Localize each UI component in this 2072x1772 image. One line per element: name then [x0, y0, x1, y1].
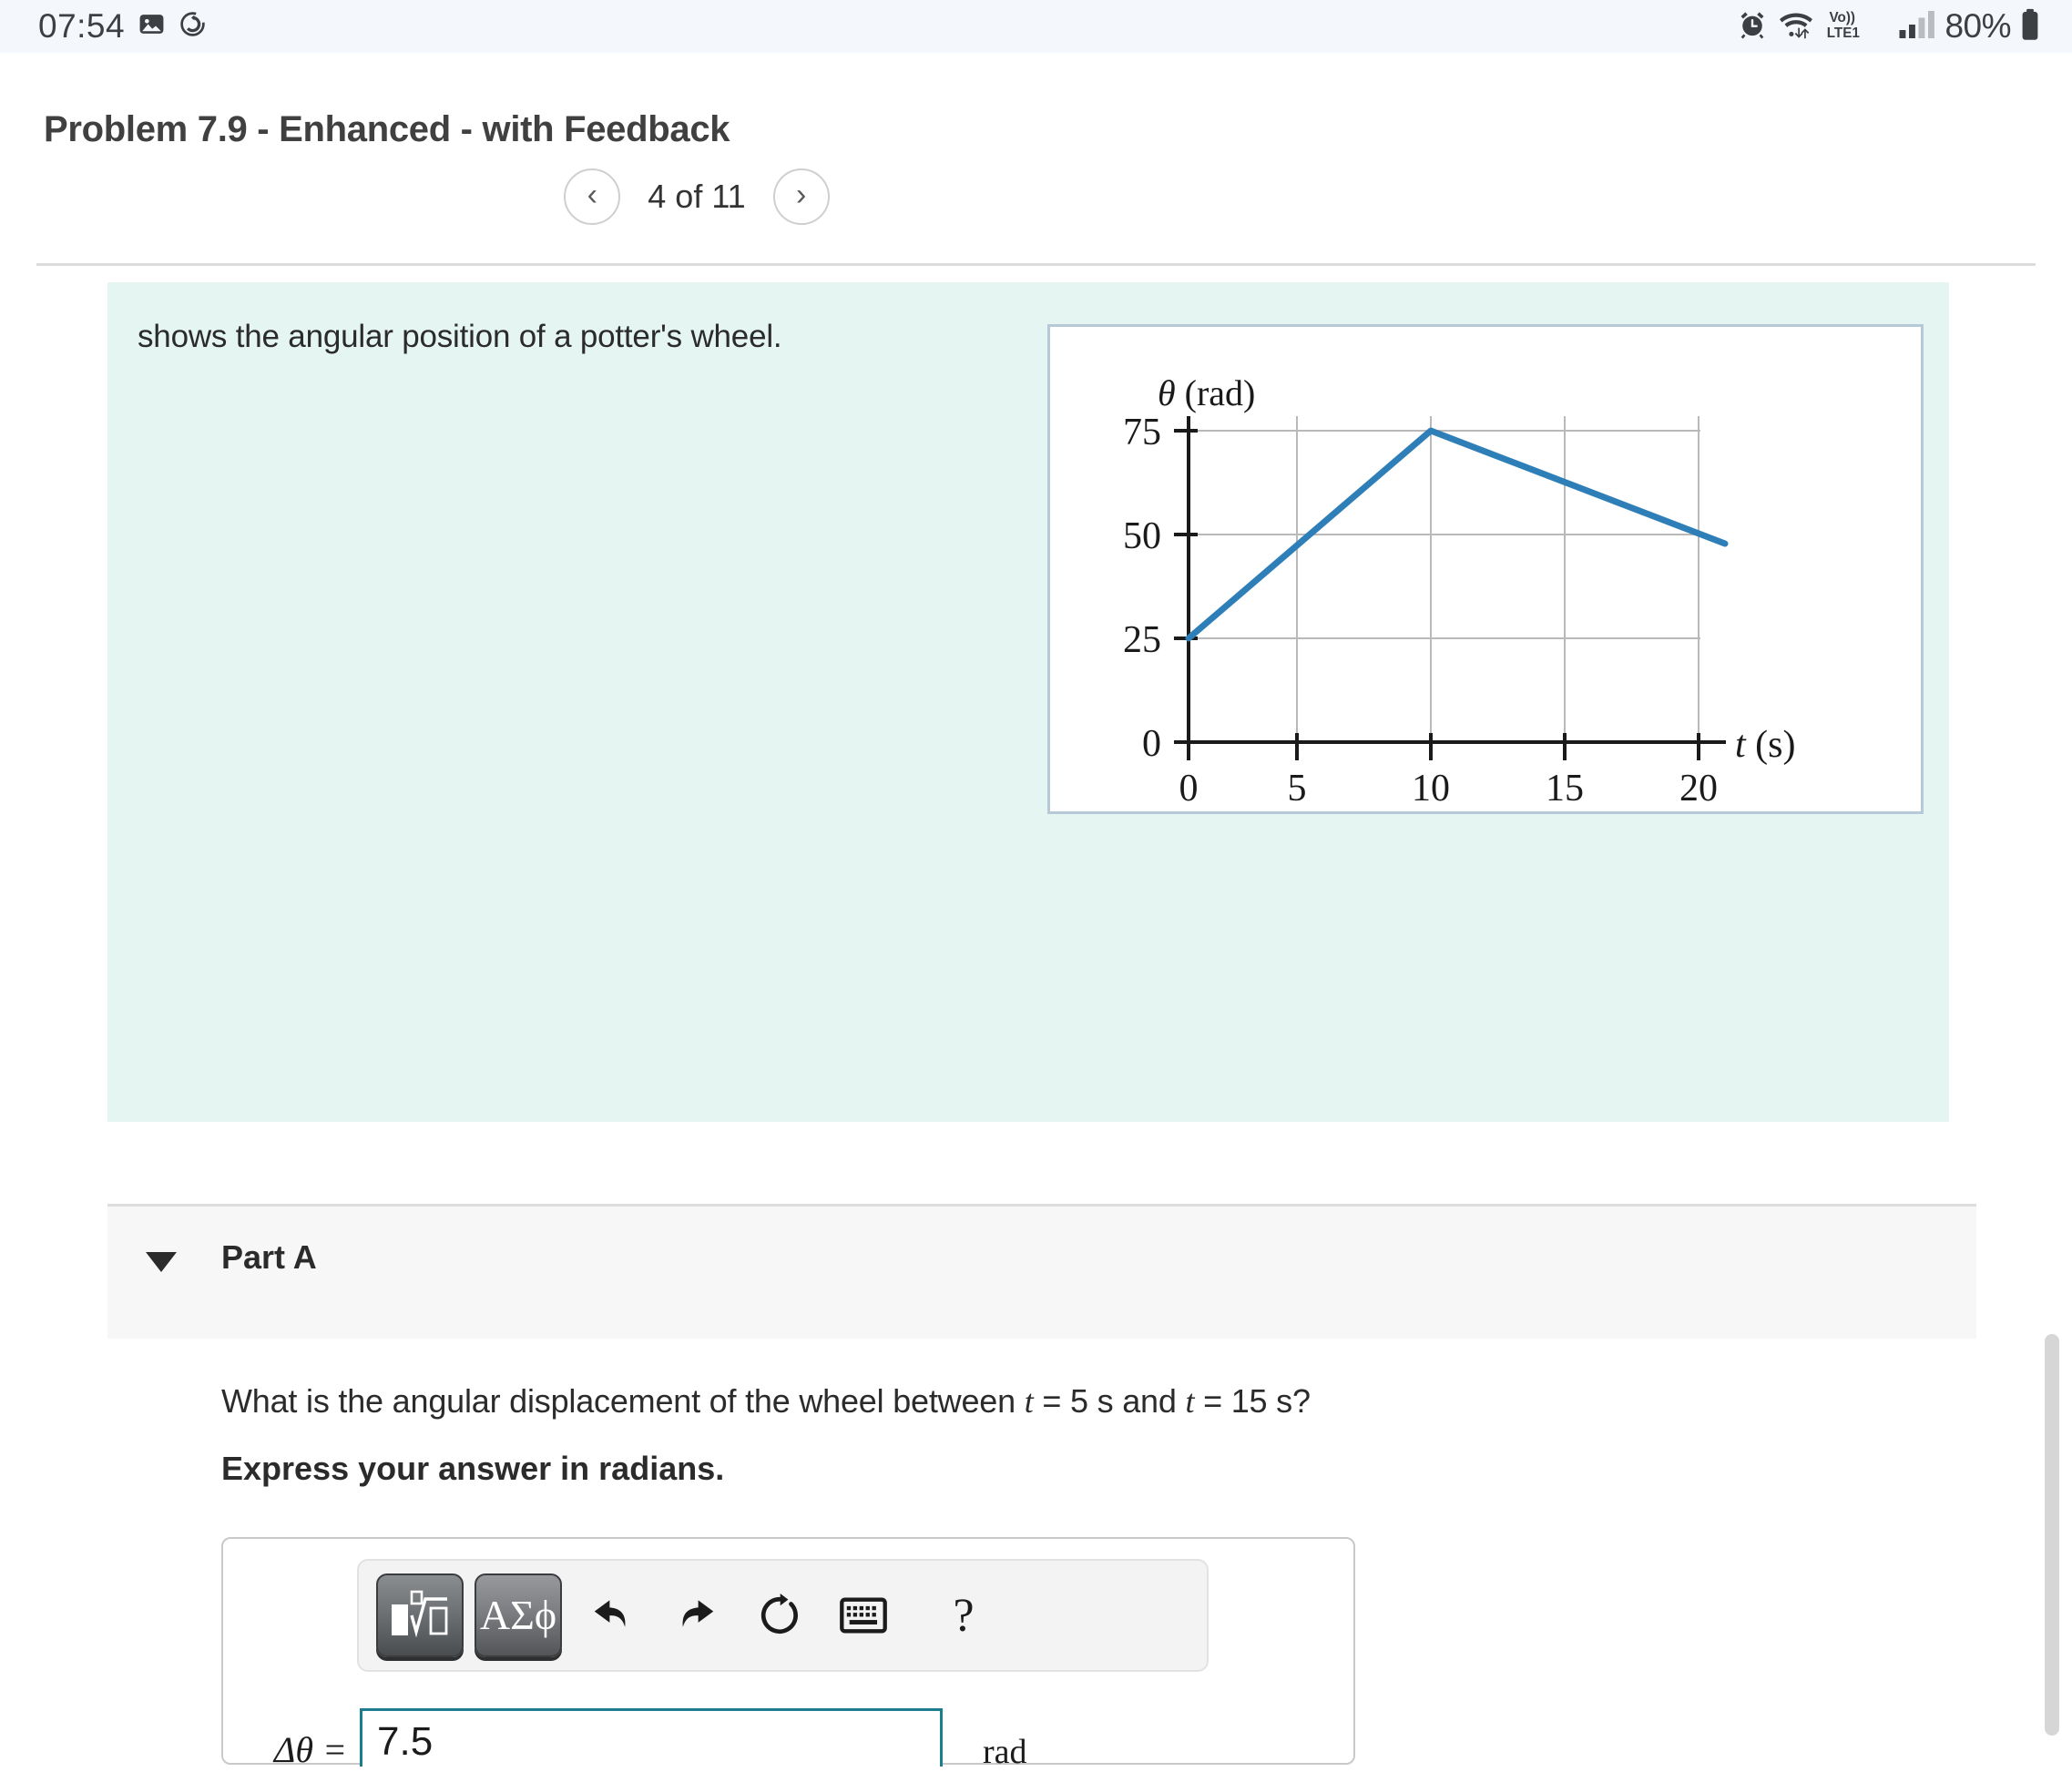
header-divider — [36, 263, 2036, 266]
chevron-down-icon[interactable] — [146, 1252, 177, 1272]
xtick-0: 0 — [1179, 768, 1199, 810]
keyboard-button[interactable] — [824, 1573, 903, 1657]
template-key-button[interactable] — [376, 1573, 464, 1657]
battery-percent-label: 80% — [1944, 7, 2011, 45]
xtick-15: 15 — [1546, 768, 1584, 810]
status-clock: 07:54 — [38, 7, 126, 45]
sync-icon — [179, 10, 207, 43]
help-button[interactable]: ? — [924, 1573, 1003, 1657]
ytick-75: 75 — [1123, 412, 1161, 453]
xtick-20: 20 — [1679, 768, 1718, 810]
reset-icon — [760, 1594, 798, 1635]
xtick-5: 5 — [1288, 768, 1307, 810]
undo-button[interactable] — [573, 1573, 651, 1657]
wifi-icon — [1776, 9, 1816, 45]
part-a-prompt: What is the angular displacement of the … — [221, 1382, 1311, 1421]
prompt-mid-2: = 15 s? — [1194, 1382, 1311, 1420]
answer-instruction: Express your answer in radians. — [221, 1450, 725, 1487]
redo-icon — [682, 1600, 714, 1627]
prompt-prefix: What is the angular displacement of the … — [221, 1382, 1025, 1420]
answer-input[interactable] — [360, 1708, 943, 1767]
answer-row: Δθ = rad — [223, 1708, 1353, 1772]
alarm-icon — [1737, 9, 1768, 45]
vertical-scrollbar[interactable] — [2045, 1334, 2059, 1736]
angular-position-chart: θ (rad) 75 50 25 0 0 5 10 15 20 t (s) — [1123, 372, 1796, 810]
chart-ylabel: θ (rad) — [1158, 372, 1255, 413]
volte-label: Vo)) LTE1 — [1824, 8, 1890, 46]
status-bar: 07:54 Vo)) LTE1 80% — [0, 0, 2072, 53]
next-problem-button[interactable]: › — [772, 168, 830, 225]
greek-key-label: ΑΣϕ — [479, 1592, 557, 1638]
question-panel: shows the angular position of a potter's… — [107, 282, 1949, 1122]
prompt-variable-1: t — [1024, 1383, 1034, 1420]
problem-position-label: 4 of 11 — [648, 178, 746, 215]
ytick-0: 0 — [1142, 723, 1161, 765]
svg-text:Vo)): Vo)) — [1830, 10, 1855, 25]
svg-text:LTE1: LTE1 — [1827, 25, 1861, 40]
image-icon — [138, 10, 166, 43]
question-statement: shows the angular position of a potter's… — [138, 319, 782, 354]
battery-icon — [2019, 8, 2041, 46]
answer-card: ΑΣϕ ? Δθ = 7.5 rad — [221, 1537, 1355, 1771]
prompt-variable-2: t — [1185, 1383, 1195, 1420]
part-a-label: Part A — [221, 1238, 317, 1276]
status-bar-right: Vo)) LTE1 80% — [1737, 7, 2041, 46]
redo-button[interactable] — [657, 1573, 735, 1657]
reset-button[interactable] — [740, 1573, 819, 1657]
page-title: Problem 7.9 - Enhanced - with Feedback — [44, 109, 730, 149]
answer-unit-label: rad — [983, 1733, 1027, 1771]
problem-pager: ‹ 4 of 11 › — [0, 168, 1393, 225]
part-a-header[interactable] — [107, 1207, 1976, 1339]
prompt-mid-1: = 5 s and — [1033, 1382, 1186, 1420]
signal-icon — [1898, 9, 1936, 45]
chart-xlabel: t (s) — [1735, 724, 1796, 766]
xtick-10: 10 — [1412, 768, 1450, 810]
sqrt-template-icon — [392, 1590, 448, 1638]
status-bar-left: 07:54 — [38, 7, 207, 46]
ytick-25: 25 — [1123, 619, 1161, 661]
math-toolbar: ΑΣϕ ? — [357, 1559, 1209, 1672]
keyboard-icon — [840, 1597, 887, 1634]
undo-icon — [594, 1600, 626, 1627]
prev-problem-button[interactable]: ‹ — [564, 168, 621, 225]
answer-variable-label: Δθ = — [273, 1729, 347, 1770]
figure-frame: θ (rad) 75 50 25 0 0 5 10 15 20 t (s) — [1047, 324, 1924, 814]
greek-key-button[interactable]: ΑΣϕ — [475, 1573, 562, 1657]
ytick-50: 50 — [1123, 515, 1161, 557]
